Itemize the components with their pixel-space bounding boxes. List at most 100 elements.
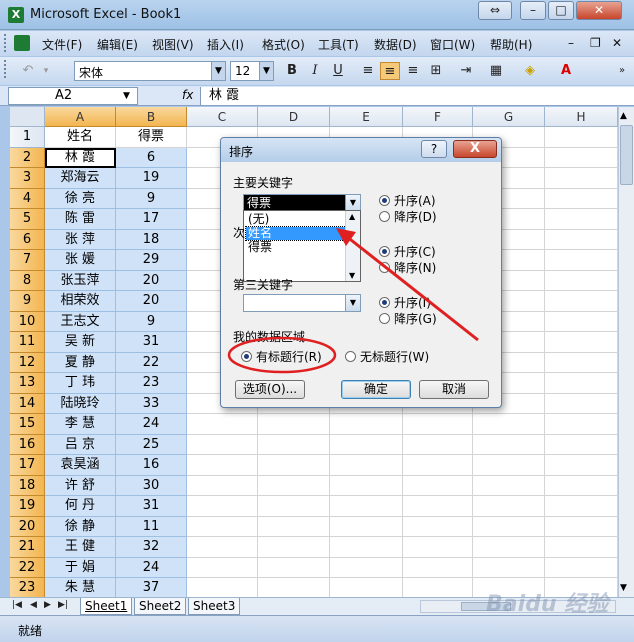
key-dropdown-list[interactable]: (无) 姓名 得票 ▲ ▼ bbox=[243, 210, 361, 282]
votes-cell[interactable]: 18 bbox=[116, 229, 187, 250]
row-header-21[interactable]: 21 bbox=[10, 537, 45, 558]
row-header-2[interactable]: 2 bbox=[10, 147, 45, 168]
minimize-button[interactable]: – bbox=[520, 1, 546, 20]
fill-color-icon[interactable]: ◈ bbox=[520, 62, 540, 80]
row-header-4[interactable]: 4 bbox=[10, 188, 45, 209]
tab-sheet2[interactable]: Sheet2 bbox=[134, 598, 187, 615]
name-cell[interactable]: 吴 新 bbox=[45, 332, 116, 353]
name-cell[interactable]: 陈 雷 bbox=[45, 209, 116, 230]
votes-cell[interactable]: 22 bbox=[116, 352, 187, 373]
next-sheet-icon[interactable]: ▶ bbox=[44, 600, 51, 610]
doc-close-button[interactable]: ✕ bbox=[612, 36, 622, 50]
no-header-radio[interactable]: 无标题行(W) bbox=[345, 348, 429, 365]
menu-edit[interactable]: 编辑(E) bbox=[97, 36, 138, 53]
column-header-d[interactable]: D bbox=[258, 107, 330, 127]
name-cell[interactable]: 相荣效 bbox=[45, 291, 116, 312]
votes-cell[interactable]: 9 bbox=[116, 188, 187, 209]
restore-icon[interactable]: ⇔ bbox=[478, 1, 512, 20]
chevron-down-icon[interactable]: ▼ bbox=[259, 62, 273, 80]
dialog-title-bar[interactable]: 排序 ? X bbox=[221, 138, 501, 162]
prev-sheet-icon[interactable]: ◀ bbox=[30, 600, 37, 610]
row-header-6[interactable]: 6 bbox=[10, 229, 45, 250]
secondary-desc-radio[interactable]: 降序(N) bbox=[379, 259, 436, 276]
name-cell[interactable]: 张玉萍 bbox=[45, 270, 116, 291]
name-cell[interactable]: 于 娟 bbox=[45, 557, 116, 578]
has-header-radio[interactable]: 有标题行(R) bbox=[241, 348, 322, 365]
name-cell[interactable]: 许 舒 bbox=[45, 475, 116, 496]
menu-insert[interactable]: 插入(I) bbox=[207, 36, 244, 53]
row-header-20[interactable]: 20 bbox=[10, 516, 45, 537]
name-cell[interactable]: 夏 静 bbox=[45, 352, 116, 373]
votes-cell[interactable]: 37 bbox=[116, 578, 187, 597]
toolbar-options-icon[interactable]: » bbox=[612, 62, 632, 80]
doc-restore-button[interactable]: ❐ bbox=[590, 36, 601, 50]
name-cell[interactable]: 陆晓玲 bbox=[45, 393, 116, 414]
menu-help[interactable]: 帮助(H) bbox=[490, 36, 532, 53]
primary-asc-radio[interactable]: 升序(A) bbox=[379, 192, 436, 209]
row-header-16[interactable]: 16 bbox=[10, 434, 45, 455]
name-cell[interactable]: 丁 玮 bbox=[45, 373, 116, 394]
column-header-b[interactable]: B bbox=[116, 107, 187, 127]
dialog-close-button[interactable]: X bbox=[453, 140, 497, 158]
tertiary-key-select[interactable]: ▼ bbox=[243, 294, 361, 312]
name-cell[interactable]: 何 丹 bbox=[45, 496, 116, 517]
tab-sheet3[interactable]: Sheet3 bbox=[188, 598, 241, 615]
font-name-select[interactable]: 宋体 ▼ bbox=[74, 61, 226, 81]
row-header-15[interactable]: 15 bbox=[10, 414, 45, 435]
row-header-13[interactable]: 13 bbox=[10, 373, 45, 394]
row-header-3[interactable]: 3 bbox=[10, 168, 45, 189]
row-header-19[interactable]: 19 bbox=[10, 496, 45, 517]
font-size-select[interactable]: 12 ▼ bbox=[230, 61, 274, 81]
votes-cell[interactable]: 30 bbox=[116, 475, 187, 496]
menu-grip[interactable] bbox=[4, 34, 8, 52]
votes-cell[interactable]: 29 bbox=[116, 250, 187, 271]
first-sheet-icon[interactable]: |◀ bbox=[12, 600, 22, 610]
name-cell[interactable]: 徐 静 bbox=[45, 516, 116, 537]
align-right-icon[interactable]: ≡ bbox=[403, 62, 423, 80]
formula-input[interactable]: 林 霞 bbox=[200, 87, 634, 105]
function-icon[interactable]: fx bbox=[182, 88, 193, 102]
name-cell[interactable]: 李 慧 bbox=[45, 414, 116, 435]
help-button[interactable]: ? bbox=[421, 140, 447, 158]
votes-cell[interactable]: 24 bbox=[116, 557, 187, 578]
votes-cell[interactable]: 17 bbox=[116, 209, 187, 230]
row-header-7[interactable]: 7 bbox=[10, 250, 45, 271]
name-cell[interactable]: 林 霞 bbox=[45, 147, 116, 168]
list-option-votes[interactable]: 得票 bbox=[246, 241, 346, 254]
column-header-c[interactable]: C bbox=[187, 107, 258, 127]
scroll-down-icon[interactable]: ▼ bbox=[620, 583, 627, 593]
merge-center-icon[interactable]: ⊞ bbox=[426, 62, 446, 80]
votes-cell[interactable]: 31 bbox=[116, 332, 187, 353]
name-cell[interactable]: 张 媛 bbox=[45, 250, 116, 271]
votes-cell[interactable]: 24 bbox=[116, 414, 187, 435]
list-option-name[interactable]: 姓名 bbox=[245, 226, 347, 241]
name-cell[interactable]: 袁昊涵 bbox=[45, 455, 116, 476]
column-header-a[interactable]: A bbox=[45, 107, 116, 127]
name-box[interactable]: A2 ▼ bbox=[8, 87, 138, 105]
column-header-g[interactable]: G bbox=[473, 107, 545, 127]
votes-cell[interactable]: 23 bbox=[116, 373, 187, 394]
list-scrollbar[interactable]: ▲ ▼ bbox=[345, 211, 360, 281]
indent-icon[interactable]: ⇥ bbox=[456, 62, 476, 80]
select-all-corner[interactable] bbox=[10, 107, 45, 127]
menu-file[interactable]: 文件(F) bbox=[42, 36, 82, 53]
chevron-down-icon[interactable]: ▼ bbox=[211, 62, 225, 80]
row-header-1[interactable]: 1 bbox=[10, 127, 45, 148]
menu-view[interactable]: 视图(V) bbox=[152, 36, 194, 53]
scroll-up-icon[interactable]: ▲ bbox=[349, 212, 355, 221]
row-header-12[interactable]: 12 bbox=[10, 352, 45, 373]
vertical-scrollbar[interactable]: ▲ ▼ bbox=[618, 107, 634, 597]
column-header-f[interactable]: F bbox=[403, 107, 473, 127]
align-center-icon[interactable]: ≡ bbox=[380, 62, 400, 80]
row-header-5[interactable]: 5 bbox=[10, 209, 45, 230]
maximize-button[interactable]: □ bbox=[548, 1, 574, 20]
underline-button[interactable]: U bbox=[328, 62, 348, 80]
tab-sheet1[interactable]: Sheet1 bbox=[80, 598, 133, 615]
votes-cell[interactable]: 20 bbox=[116, 270, 187, 291]
votes-cell[interactable]: 20 bbox=[116, 291, 187, 312]
scroll-thumb[interactable] bbox=[620, 125, 633, 185]
ok-button[interactable]: 确定 bbox=[341, 380, 411, 399]
last-sheet-icon[interactable]: ▶| bbox=[58, 600, 68, 610]
name-cell[interactable]: 吕 京 bbox=[45, 434, 116, 455]
votes-cell[interactable]: 31 bbox=[116, 496, 187, 517]
